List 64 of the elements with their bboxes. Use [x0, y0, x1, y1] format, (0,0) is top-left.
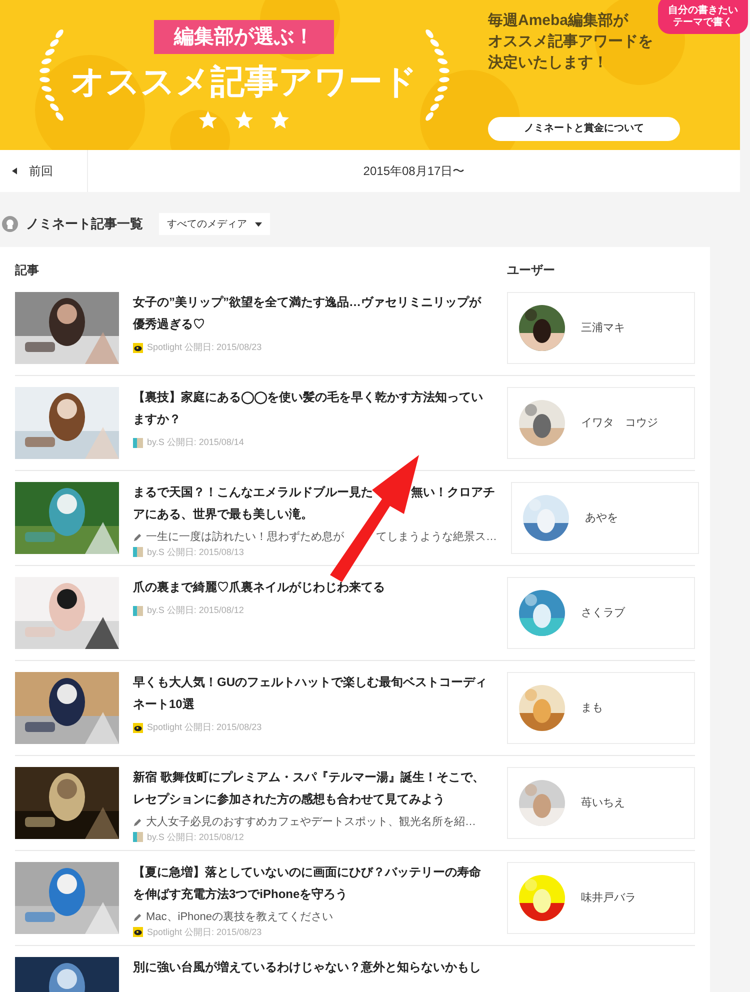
- article-meta: Spotlight 公開日: 2015/08/23: [147, 341, 262, 354]
- article-title[interactable]: 無い！クロアチ: [411, 481, 495, 503]
- column-header: 記事: [15, 262, 40, 279]
- article-meta: Spotlight 公開日: 2015/08/23: [147, 721, 262, 734]
- pen-icon: [133, 818, 142, 827]
- write-button[interactable]: 自分の書きたいテーマで書く: [658, 0, 748, 34]
- article-title[interactable]: 新宿 歌舞伎町にプレミアム・スパ『テルマー湯』誕生！そこで、レセプションに参加された方の感想も合わせて見てみよう: [133, 766, 491, 810]
- user-name: さくラブ: [581, 606, 625, 621]
- color-block-icon: [133, 832, 143, 842]
- article-title[interactable]: 女子の”美リップ”欲望を全て満たす逸品…ヴァセリミニリップが優秀過ぎる♡: [133, 291, 491, 335]
- eye-logo-icon: [133, 342, 143, 353]
- caret-down-icon: [255, 222, 262, 226]
- pen-icon: [133, 532, 142, 542]
- article-meta: by.S 公開日: 2015/08/12: [147, 604, 244, 617]
- user-name: 苺いちえ: [581, 796, 625, 811]
- caret-left-icon: [12, 167, 17, 175]
- article-title[interactable]: 【夏に急増】落としていないのに画面にひび？バッテリーの寿命を伸ばす充電方法3つでiPhoneを守ろう: [133, 861, 491, 905]
- article-meta: by.S 公開日: 2015/08/14: [147, 436, 244, 449]
- prev-button[interactable]: 前回: [0, 150, 88, 192]
- article-title[interactable]: 爪の裏まで綺麗♡爪裏ネイルがじわじわ来てる: [133, 576, 491, 598]
- ribbon: 編集部が選ぶ！: [154, 20, 334, 54]
- star-icon: [234, 110, 254, 130]
- article-title[interactable]: アにある、世界で最も美しい滝。: [133, 503, 313, 525]
- user-card[interactable]: 苺いちえ: [507, 767, 695, 839]
- user-name: 三浦マキ: [581, 320, 625, 336]
- article-meta: Spotlight 公開日: 2015/08/23: [147, 926, 262, 939]
- banner-title: オススメ記事アワード: [70, 62, 418, 103]
- article-summary: Mac、iPhoneの裏技を教えてください: [146, 910, 334, 925]
- period-label: 2015年08月17日〜: [363, 163, 465, 180]
- pen-icon: [133, 912, 142, 922]
- article-title[interactable]: 早くも大人気！GUのフェルトハットで楽しむ最旬ベストコーディネート10選: [133, 671, 491, 715]
- user-card[interactable]: まも: [507, 672, 695, 744]
- media-filter-dropdown[interactable]: すべてのメディア: [159, 213, 270, 235]
- eye-logo-icon: [133, 722, 143, 733]
- article-title[interactable]: 別に強い台風が増えているわけじゃない？意外と知らないかもし: [133, 956, 495, 978]
- article-summary: てしまうような絶景ス…: [376, 530, 497, 545]
- color-block-icon: [133, 606, 143, 616]
- nominate-info-button[interactable]: ノミネートと賞金について: [488, 116, 680, 140]
- article-summary: 大人女子必見のおすすめカフェやデートスポット、観光名所を紹…: [146, 814, 476, 830]
- tagline: 決定いたします！: [488, 52, 608, 72]
- color-block-icon: [133, 547, 143, 558]
- user-card[interactable]: あやを: [511, 482, 699, 554]
- column-header: ユーザー: [507, 262, 555, 279]
- star-icon: [270, 110, 290, 130]
- tagline: 毎週Ameba編集部が: [488, 10, 628, 30]
- user-name: イワタ コウジ: [581, 416, 658, 431]
- eye-logo-icon: [133, 927, 143, 938]
- user-card[interactable]: イワタ コウジ: [507, 387, 695, 459]
- article-title[interactable]: まるで天国？！こんなエメラルドブルー見た: [133, 481, 373, 503]
- user-name: 味井戸バラ: [581, 890, 636, 906]
- article-meta: by.S 公開日: 2015/08/13: [147, 546, 244, 559]
- star-icon: [198, 110, 218, 130]
- user-card[interactable]: さくラブ: [507, 577, 695, 649]
- article-title[interactable]: 【裏技】家庭にある◯◯を使い髪の毛を早く乾かす方法知っていますか？: [133, 386, 491, 430]
- user-card[interactable]: 三浦マキ: [507, 292, 695, 364]
- article-summary: 一生に一度は訪れたい！思わずため息が: [146, 530, 344, 545]
- section-title: ノミネート記事一覧: [26, 215, 143, 234]
- user-name: あやを: [585, 510, 618, 526]
- tagline: オススメ記事アワードを: [488, 32, 653, 52]
- color-block-icon: [133, 438, 143, 448]
- laurel-icon: [36, 27, 66, 123]
- user-card[interactable]: 味井戸バラ: [507, 862, 695, 934]
- user-name: まも: [581, 700, 603, 716]
- article-meta: by.S 公開日: 2015/08/12: [147, 830, 244, 844]
